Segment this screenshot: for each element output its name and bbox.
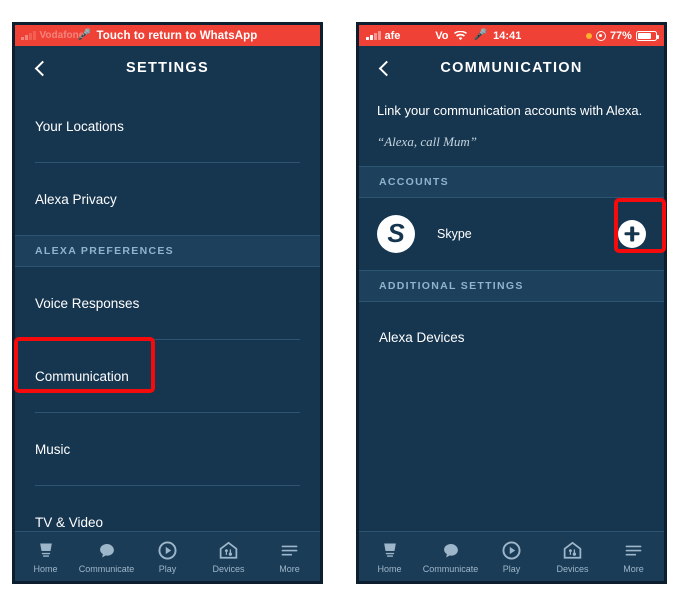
tab-play[interactable]: Play <box>137 540 198 574</box>
hamburger-menu-icon <box>623 540 644 562</box>
tab-label: Communicate <box>78 563 135 574</box>
play-circle-icon <box>501 540 522 562</box>
signal-bars-icon <box>366 31 381 40</box>
tab-label: More <box>279 563 300 574</box>
phone-screen-communication: afe Vo 🎤 14:41 77% COMMUNICATION Link yo… <box>356 22 667 584</box>
tab-label: More <box>623 563 644 574</box>
tab-label: Devices <box>556 563 589 574</box>
signal-bars-icon <box>21 31 36 40</box>
speech-bubble-icon <box>97 540 117 562</box>
speech-bubble-icon <box>441 540 461 562</box>
echo-speaker-icon <box>36 540 56 562</box>
back-chevron-icon <box>34 60 50 76</box>
tab-communicate[interactable]: Communicate <box>420 540 481 574</box>
bottom-tab-bar-right: Home Communicate Play Devices More <box>359 531 664 581</box>
back-button-communication[interactable] <box>373 57 395 79</box>
settings-item-communication[interactable]: Communication <box>15 340 320 412</box>
settings-item-voice-responses[interactable]: Voice Responses <box>15 267 320 339</box>
back-button-settings[interactable] <box>29 57 51 79</box>
status-left: afe <box>366 30 400 42</box>
tab-label: Home <box>377 563 402 574</box>
carrier-label: afe <box>384 29 401 42</box>
home-devices-icon <box>562 540 583 562</box>
account-row-skype[interactable]: S Skype <box>359 198 664 270</box>
tab-devices[interactable]: Devices <box>542 540 603 574</box>
wifi-icon <box>454 30 468 41</box>
add-skype-account-button[interactable] <box>618 219 646 248</box>
status-bar-row: afe Vo 🎤 14:41 77% <box>359 30 664 42</box>
network-label: Vo <box>435 29 449 42</box>
settings-item-your-locations[interactable]: Your Locations <box>15 90 320 162</box>
communication-content: Link your communication accounts with Al… <box>359 90 664 531</box>
battery-icon <box>635 30 660 41</box>
settings-item-alexa-privacy[interactable]: Alexa Privacy <box>15 163 320 235</box>
list-item-label: Music <box>35 441 71 457</box>
tab-label: Communicate <box>422 563 479 574</box>
settings-item-music[interactable]: Music <box>15 413 320 485</box>
settings-navbar: SETTINGS <box>15 46 320 90</box>
tab-label: Home <box>33 563 58 574</box>
status-right: 77% <box>585 29 660 42</box>
tab-label: Play <box>158 563 177 574</box>
bottom-tab-bar-left: Home Communicate Play Devices More <box>15 531 320 581</box>
hamburger-menu-icon <box>279 540 300 562</box>
tab-home[interactable]: Home <box>15 540 76 574</box>
banner-label: Touch to return to WhatsApp <box>96 29 258 42</box>
screenshot-stage: Vodafone 🎤 Touch to return to WhatsApp S… <box>0 0 675 616</box>
settings-item-alexa-devices[interactable]: Alexa Devices <box>359 302 664 374</box>
page-title: SETTINGS <box>126 60 209 76</box>
battery-percent-label: 77% <box>609 29 632 42</box>
section-header-additional-settings: ADDITIONAL SETTINGS <box>359 269 664 302</box>
tab-home[interactable]: Home <box>359 540 420 574</box>
tab-devices[interactable]: Devices <box>198 540 259 574</box>
settings-list: Your Locations Alexa Privacy ALEXA PREFE… <box>15 90 320 531</box>
home-devices-icon <box>218 540 239 562</box>
tab-more[interactable]: More <box>259 540 320 574</box>
tab-label: Play <box>502 563 521 574</box>
status-middle: Vo 🎤 14:41 <box>435 30 521 42</box>
tab-play[interactable]: Play <box>481 540 542 574</box>
ios-status-bar: afe Vo 🎤 14:41 77% <box>359 25 664 46</box>
phone-screen-settings: Vodafone 🎤 Touch to return to WhatsApp S… <box>12 22 323 584</box>
list-item-label: Alexa Devices <box>379 330 465 346</box>
microphone-icon: 🎤 <box>473 29 488 41</box>
back-chevron-icon <box>378 60 394 76</box>
play-circle-icon <box>157 540 178 562</box>
page-subtitle: Link your communication accounts with Al… <box>377 103 643 118</box>
page-title: COMMUNICATION <box>440 60 583 76</box>
echo-speaker-icon <box>380 540 400 562</box>
list-item-label: TV & Video <box>35 514 104 530</box>
alarm-icon <box>595 30 606 41</box>
tab-label: Devices <box>212 563 245 574</box>
section-header-accounts: ACCOUNTS <box>359 165 664 198</box>
clock-label: 14:41 <box>493 29 522 42</box>
recording-dot-icon <box>585 32 592 39</box>
carrier-ghost-label: Vodafone <box>39 30 85 41</box>
list-item-label: Communication <box>35 368 129 384</box>
tab-more[interactable]: More <box>603 540 664 574</box>
skype-logo-icon: S <box>377 214 415 253</box>
whatsapp-return-banner[interactable]: Vodafone 🎤 Touch to return to WhatsApp <box>15 25 320 46</box>
list-item-label: Voice Responses <box>35 295 140 311</box>
communication-navbar: COMMUNICATION <box>359 46 664 90</box>
list-item-label: Your Locations <box>35 118 124 134</box>
section-header-alexa-preferences: ALEXA PREFERENCES <box>15 235 320 267</box>
list-item-label: Alexa Privacy <box>35 191 117 207</box>
settings-item-tv-and-video[interactable]: TV & Video <box>15 486 320 531</box>
status-bar-ghost-icons: Vodafone <box>21 25 84 46</box>
account-name-label: Skype <box>437 226 472 241</box>
example-utterance: “Alexa, call Mum” <box>377 133 478 149</box>
tab-communicate[interactable]: Communicate <box>76 540 137 574</box>
